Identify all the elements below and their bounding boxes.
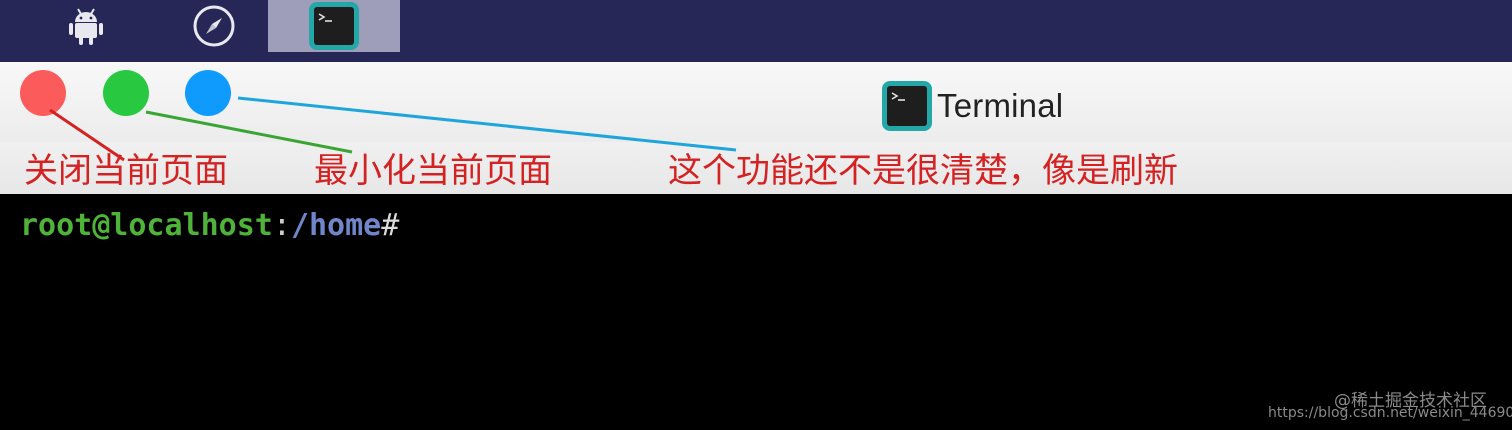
annotation-line-green	[145, 110, 353, 154]
prompt-symbol: #	[381, 208, 400, 243]
prompt-user-host: root@localhost	[20, 208, 273, 243]
terminal-output[interactable]: root@localhost:/home#	[0, 194, 1512, 430]
annotation-line-red	[49, 108, 125, 162]
annotation-lines	[49, 96, 737, 162]
shell-prompt: root@localhost:/home#	[20, 211, 399, 241]
watermark-csdn: https://blog.csdn.net/weixin_44690490	[1268, 405, 1512, 421]
prompt-path: /home	[290, 208, 382, 243]
annotation-line-blue	[237, 96, 737, 152]
prompt-colon: :	[272, 208, 291, 243]
